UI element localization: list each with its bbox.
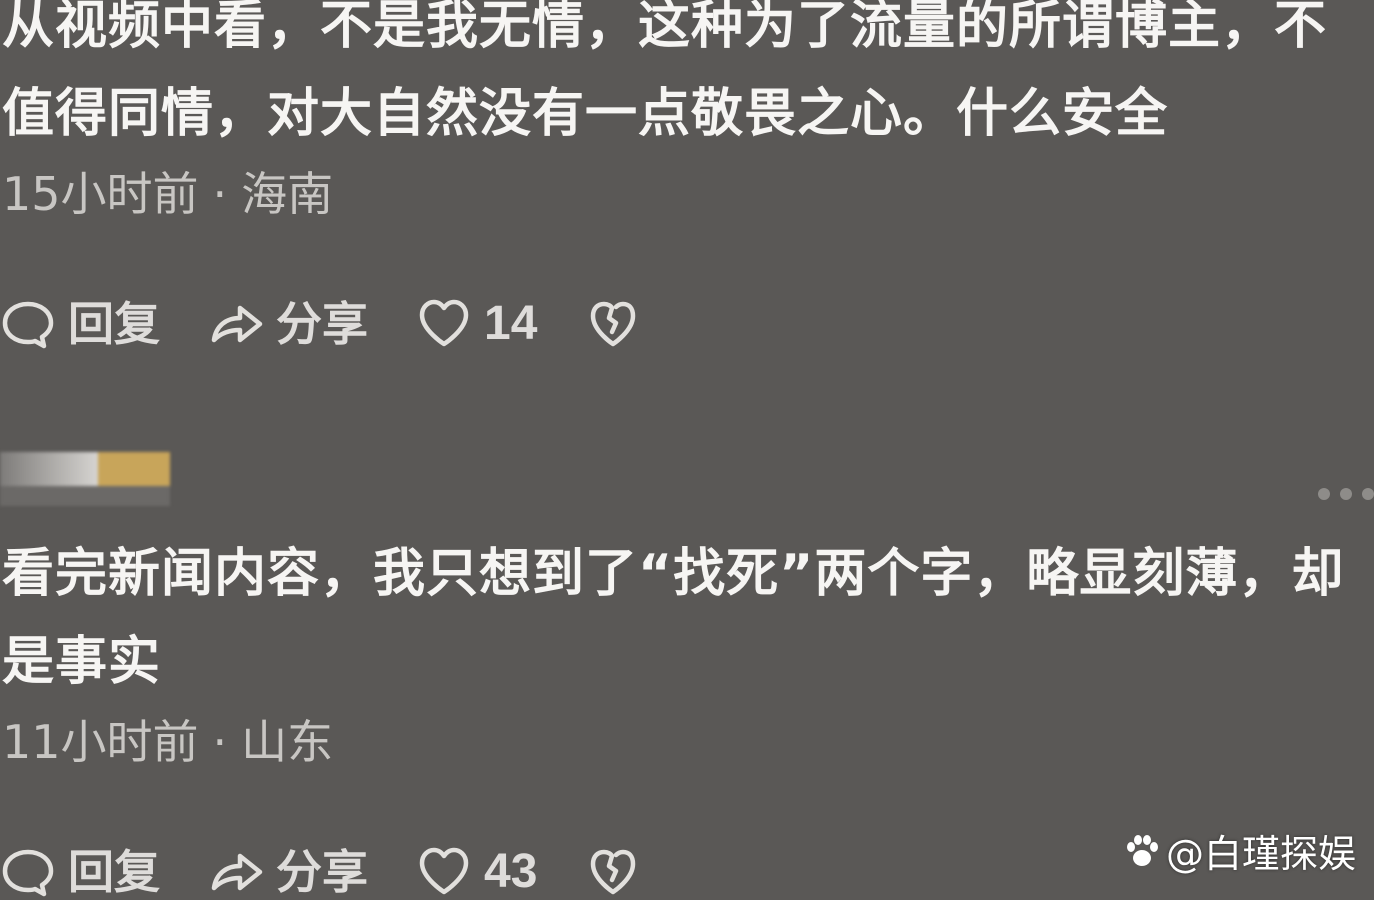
comment-actions-2: 回复 分享 43 [0,840,689,900]
comment-location: 海南 [241,167,334,221]
like-count: 14 [484,297,538,350]
comment-text: 从视频中看，不是我无情，这种为了流量的所谓博主，不值得同情，对大自然没有一点敬畏… [2,0,1328,144]
like-button[interactable]: 43 [416,844,537,900]
comment-meta: 11小时前 · 山东 [0,712,1374,772]
dislike-button[interactable] [585,844,641,900]
like-button[interactable]: 14 [416,296,537,352]
comment-time: 15小时前 [2,167,199,221]
heart-icon [419,847,469,895]
comment-location: 山东 [241,715,334,769]
paw-icon [1126,834,1158,866]
dislike-button[interactable] [585,296,641,352]
share-button[interactable]: 分享 [208,844,368,900]
username-blur-shadow [0,486,170,506]
reply-label: 回复 [68,845,160,899]
watermark-text: @白瑾探娱 [1165,832,1356,876]
comment-text: 看完新闻内容，我只想到了“找死”两个字，略显刻薄，却是事实 [2,544,1345,692]
comment-item-1: 从视频中看，不是我无情，这种为了流量的所谓博主，不值得同情，对大自然没有一点敬畏… [0,0,1374,224]
username-blur-segment [0,452,98,486]
more-dots-icon[interactable] [1318,488,1374,500]
watermark: @白瑾探娱 [1122,823,1356,878]
comment-actions-1: 回复 分享 14 [0,292,689,356]
share-arrow-icon [211,853,263,891]
comment-meta: 15小时前 · 海南 [0,164,1374,224]
comment-bubble-icon [2,849,54,897]
like-count: 43 [484,845,538,898]
reply-label: 回复 [68,297,160,351]
reply-button[interactable]: 回复 [0,296,160,352]
meta-separator: · [212,715,228,769]
share-button[interactable]: 分享 [208,296,368,352]
dot [1362,488,1374,500]
share-arrow-icon [211,305,263,343]
dot [1340,488,1352,500]
username-redacted [0,452,170,508]
username-blur-accent [98,452,170,486]
share-label: 分享 [276,297,368,351]
meta-separator: · [212,167,228,221]
comment-bubble-icon [2,301,54,349]
broken-heart-icon [591,849,636,895]
reply-button[interactable]: 回复 [0,844,160,900]
heart-icon [419,299,469,347]
comment-item-2: 看完新闻内容，我只想到了“找死”两个字，略显刻薄，却是事实 11小时前 · 山东 [0,530,1374,772]
broken-heart-icon [591,301,636,347]
comment-time: 11小时前 [2,715,199,769]
dot [1318,488,1330,500]
share-label: 分享 [276,845,368,899]
